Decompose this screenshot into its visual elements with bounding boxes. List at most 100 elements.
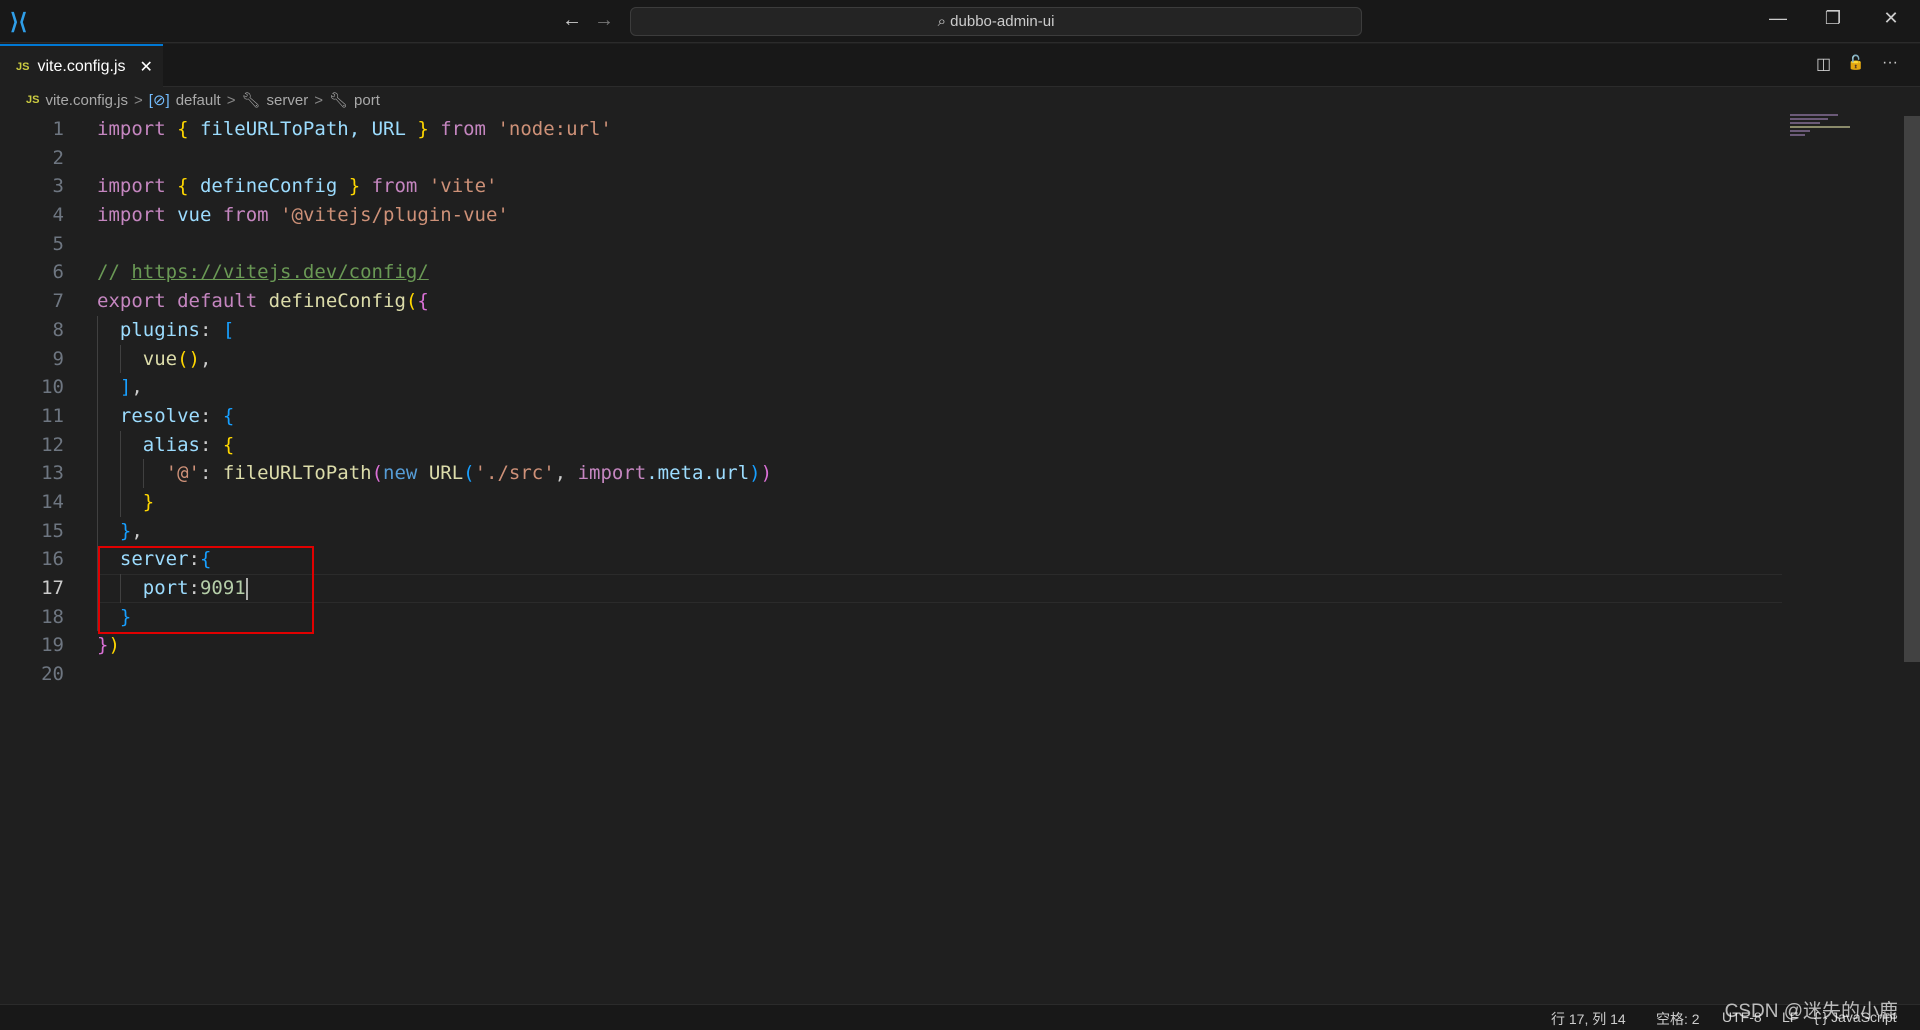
code-token: 'vite' <box>428 175 498 198</box>
code-token: // <box>97 261 132 284</box>
code-token: 'node:url' <box>497 118 612 140</box>
line-number: 3 <box>52 175 64 198</box>
code-line[interactable]: 9 vue(), <box>0 344 1900 374</box>
js-file-icon: JS <box>26 94 40 106</box>
code-token: , <box>131 376 143 399</box>
code-line[interactable]: 5 <box>0 230 1900 259</box>
code-token: plugins <box>97 318 200 341</box>
code-token: ( <box>371 462 384 485</box>
more-actions-icon[interactable]: ··· <box>1882 54 1898 72</box>
line-number: 14 <box>41 490 64 513</box>
tab-vite-config[interactable]: JS vite.config.js ✕ <box>0 44 163 87</box>
breadcrumb-separator: > <box>314 91 323 109</box>
code-token: defineConfig <box>188 175 349 198</box>
line-number: 10 <box>41 376 64 399</box>
code-token: { <box>222 433 235 456</box>
line-number: 11 <box>41 404 64 427</box>
code-line[interactable]: 8 plugins: [ <box>0 315 1900 345</box>
code-token: .meta.url <box>646 462 750 485</box>
breadcrumb-separator: > <box>226 91 236 109</box>
line-number: 17 <box>41 577 64 599</box>
breadcrumb-file[interactable]: vite.config.js <box>45 92 128 109</box>
code-token: ( <box>405 290 418 313</box>
code-line[interactable]: 14 } <box>0 487 1900 517</box>
line-number: 20 <box>41 663 64 686</box>
code-token: import <box>97 204 166 227</box>
code-token: : <box>199 404 223 427</box>
code-token: } <box>119 519 132 542</box>
code-line[interactable]: 12 alias: { <box>0 430 1900 460</box>
line-number: 15 <box>41 519 64 542</box>
code-line[interactable]: 11 resolve: { <box>0 401 1900 431</box>
code-token: default <box>177 290 258 313</box>
tab-label: vite.config.js <box>37 57 126 75</box>
code-text: // https://vitejs.dev/config/ <box>97 258 429 287</box>
search-icon: ⌕ <box>937 13 951 30</box>
split-editor-icon[interactable]: ◫ <box>1816 54 1831 74</box>
code-line[interactable]: 20 <box>0 660 1900 689</box>
breadcrumb-server[interactable]: server <box>267 92 309 109</box>
code-line[interactable]: 2 <box>0 144 1900 173</box>
code-line[interactable]: 13 '@': fileURLToPath(new URL('./src', i… <box>0 459 1900 488</box>
breadcrumb-port[interactable]: port <box>354 92 380 109</box>
variable-icon: [⊘] <box>148 92 170 109</box>
lock-icon[interactable]: 🔓 <box>1847 54 1864 71</box>
breadcrumb-separator: > <box>134 91 143 109</box>
code-line[interactable]: 1 import { fileURLToPath, URL } from 'nod… <box>0 115 1900 144</box>
code-line[interactable]: 6 // https://vitejs.dev/config/ <box>0 258 1900 287</box>
code-token: '@vitejs/plugin-vue' <box>280 204 509 227</box>
code-token: from <box>222 204 269 227</box>
code-token: } <box>417 118 429 140</box>
tab-bar: JS vite.config.js ✕ ◫ 🔓 ··· <box>0 44 1920 87</box>
code-text: vue(), <box>97 345 212 374</box>
indentation[interactable]: 空格: 2 <box>1656 1009 1700 1029</box>
restore-button[interactable]: ❐ <box>1813 8 1853 29</box>
breadcrumb-default[interactable]: default <box>176 92 221 109</box>
code-line[interactable]: 7 export default defineConfig({ <box>0 287 1900 316</box>
cursor-position[interactable]: 行 17, 列 14 <box>1551 1009 1626 1029</box>
code-token: defineConfig <box>268 290 406 313</box>
code-line[interactable]: 3 import { defineConfig } from 'vite' <box>0 172 1900 201</box>
vertical-scrollbar[interactable] <box>1904 116 1920 662</box>
code-token: ) <box>108 634 120 657</box>
line-number: 8 <box>52 318 64 341</box>
line-number: 9 <box>52 347 64 370</box>
minimap[interactable] <box>1790 114 1860 154</box>
close-window-button[interactable]: ✕ <box>1871 8 1911 29</box>
forward-button[interactable]: → <box>594 9 614 32</box>
back-button[interactable]: ← <box>562 9 582 32</box>
line-number: 2 <box>52 146 64 169</box>
minimize-button[interactable]: — <box>1758 8 1798 29</box>
code-token: vue <box>142 347 178 370</box>
code-line[interactable]: 15 }, <box>0 516 1900 546</box>
command-center-search[interactable]: ⌕ dubbo-admin-ui <box>630 7 1362 36</box>
code-token: export <box>97 290 166 313</box>
code-token: import <box>97 118 166 140</box>
tab-close-button[interactable]: ✕ <box>140 57 153 77</box>
line-number: 13 <box>41 462 64 485</box>
code-line[interactable]: 4 import vue from '@vitejs/plugin-vue' <box>0 201 1900 230</box>
code-token: { <box>177 118 189 140</box>
code-token: , <box>131 519 143 542</box>
code-token: resolve <box>97 404 200 427</box>
code-line[interactable]: 10 ], <box>0 373 1900 402</box>
code-text: import vue from '@vitejs/plugin-vue' <box>97 201 509 230</box>
line-number: 4 <box>52 204 64 227</box>
code-text: alias: { <box>97 431 235 460</box>
code-token: { <box>417 290 429 313</box>
code-token: from <box>440 118 486 140</box>
code-line[interactable]: 19}) <box>0 631 1900 660</box>
code-token: vue <box>165 204 223 227</box>
status-bar: 行 17, 列 14 空格: 2 UTF-8 LF { } JavaScript <box>0 1004 1920 1030</box>
